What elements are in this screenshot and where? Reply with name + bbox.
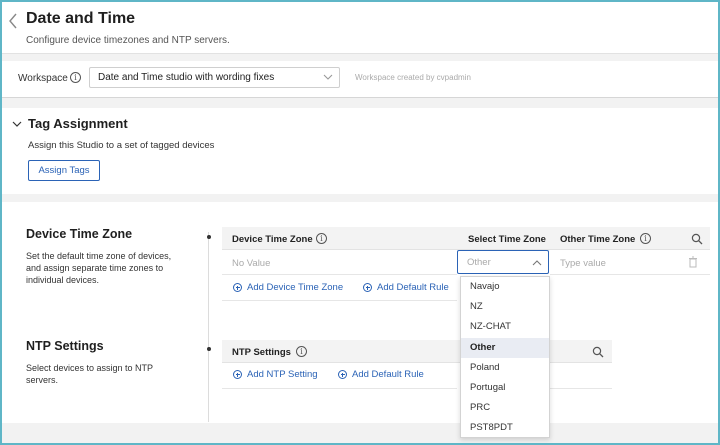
search-icon[interactable]: [691, 233, 703, 245]
section-marker: [207, 347, 211, 351]
page-title: Date and Time: [26, 10, 136, 27]
dropdown-option[interactable]: Portugal: [461, 378, 549, 398]
row-divider: [222, 388, 457, 389]
column-header-device-time-zone: Device Time Zone: [232, 234, 313, 245]
workspace-created-text: Workspace created by cvpadmin: [355, 73, 471, 82]
assign-tags-button[interactable]: Assign Tags: [28, 160, 100, 181]
time-zone-dropdown-menu: Navajo NZ NZ-CHAT Other Poland Portugal …: [460, 276, 550, 438]
add-ntp-setting-button[interactable]: Add NTP Setting: [233, 369, 318, 380]
device-time-zone-cell[interactable]: No Value: [232, 258, 270, 269]
app-frame: Date and Time Configure device timezones…: [2, 2, 718, 443]
config-section: Device Time Zone Set the default time zo…: [2, 202, 718, 423]
workspace-select[interactable]: Date and Time studio with wording fixes: [89, 67, 340, 88]
device-time-zone-table-header: Device Time Zone i Select Time Zone Othe…: [222, 227, 710, 250]
ntp-settings-description: Select devices to assign to NTP servers.: [26, 363, 154, 385]
select-time-zone-dropdown[interactable]: Other: [457, 250, 549, 274]
other-time-zone-input[interactable]: Type value: [560, 258, 606, 269]
section-marker: [207, 235, 211, 239]
page-header: Date and Time Configure device timezones…: [2, 2, 718, 54]
row-divider: [550, 274, 710, 275]
workspace-select-value: Date and Time studio with wording fixes: [98, 72, 275, 83]
dropdown-option[interactable]: NZ-CHAT: [461, 317, 549, 337]
back-chevron-icon[interactable]: [6, 11, 20, 31]
plus-circle-icon: [233, 283, 242, 292]
dropdown-option[interactable]: PST8PDT: [461, 418, 549, 437]
select-time-zone-value: Other: [467, 257, 491, 268]
dropdown-option[interactable]: Poland: [461, 358, 549, 378]
workspace-label: Workspace: [18, 73, 68, 84]
chevron-up-icon: [532, 260, 542, 266]
workspace-bar: Workspace i Date and Time studio with wo…: [2, 61, 718, 98]
tag-assignment-description: Assign this Studio to a set of tagged de…: [28, 140, 215, 151]
column-header-ntp-settings: NTP Settings: [232, 347, 291, 358]
column-header-other-time-zone: Other Time Zone: [560, 234, 636, 245]
column-header-select-time-zone: Select Time Zone: [468, 234, 546, 245]
info-icon[interactable]: i: [296, 346, 307, 357]
add-device-time-zone-button[interactable]: Add Device Time Zone: [233, 282, 343, 293]
add-default-rule-button[interactable]: Add Default Rule: [363, 282, 449, 293]
dropdown-option[interactable]: PRC: [461, 398, 549, 418]
plus-circle-icon: [338, 370, 347, 379]
chevron-down-icon: [323, 74, 333, 80]
add-default-rule-button[interactable]: Add Default Rule: [338, 369, 424, 380]
dropdown-option[interactable]: Navajo: [461, 277, 549, 297]
plus-circle-icon: [363, 283, 372, 292]
tag-assignment-section: Tag Assignment Assign this Studio to a s…: [2, 108, 718, 194]
tag-assignment-title: Tag Assignment: [28, 116, 128, 131]
device-time-zone-description: Set the default time zone of devices, an…: [26, 251, 172, 285]
device-time-zone-title: Device Time Zone: [26, 227, 133, 241]
trash-icon[interactable]: [688, 256, 698, 268]
row-divider: [550, 388, 612, 389]
ntp-settings-table-header: NTP Settings i: [222, 340, 612, 363]
plus-circle-icon: [233, 370, 242, 379]
ntp-settings-title: NTP Settings: [26, 339, 104, 353]
info-icon[interactable]: i: [70, 72, 81, 83]
info-icon[interactable]: i: [640, 233, 651, 244]
page-subtitle: Configure device timezones and NTP serve…: [26, 35, 230, 46]
dropdown-option[interactable]: NZ: [461, 297, 549, 317]
row-divider: [222, 274, 457, 275]
collapse-chevron-icon[interactable]: [12, 120, 22, 128]
dropdown-option-highlighted[interactable]: Other: [461, 337, 549, 358]
search-icon[interactable]: [592, 346, 604, 358]
row-divider: [222, 300, 457, 301]
info-icon[interactable]: i: [316, 233, 327, 244]
section-divider: [208, 232, 209, 422]
